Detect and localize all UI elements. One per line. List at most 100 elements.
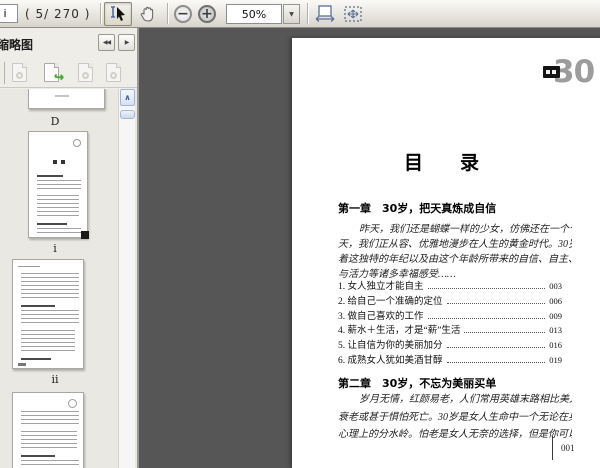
page-label-input[interactable] [0,4,18,23]
toolbar-separator [4,62,5,84]
thumbnail-label: ii [51,373,59,386]
page-action-icon [12,63,27,82]
intro-line: 着这独特的年纪以及由这个年龄所带来的自信、自主、积极进取、快乐 [338,254,572,265]
thumbnail-toolbar: ↪ [0,58,137,88]
thumbnail-page-current[interactable] [28,131,89,239]
thumbnail-content [37,228,81,236]
zoom-in-button[interactable]: + [198,5,216,23]
chevron-down-icon: ▼ [289,10,294,18]
toc-item-text: 4. 薪水＋生活，才是“薪”生活 [338,326,461,336]
dot-leader [427,318,546,319]
toc-item: 2. 给自己一个准确的定位 006 [338,293,562,307]
intro-line: 昨天，我们还是蝴蝶一样的少女，仿佛还在一个个五彩的梦中。今 [359,224,572,235]
green-arrow-icon: ↪ [53,70,64,84]
selected-thumbnail-marker [81,231,89,239]
page-folio: 001 [552,436,575,460]
page-indicator: ( 5/ 270 ) [25,7,91,21]
thumbnail-action-button-3[interactable] [106,63,121,82]
toc-item-page: 006 [549,296,562,306]
scrollbar-thumb[interactable] [120,110,135,119]
thumbnails-panel: 缩略图 ◀◀ ▶ ↪ D i ii ∧ [0,28,139,468]
next-panel-button[interactable]: ▶ [118,34,135,51]
dot-leader [446,303,546,304]
toc-item-text: 3. 做自己喜欢的工作 [338,312,424,322]
zoom-level-value: 50% [241,7,267,21]
thumbnail-page-after[interactable] [12,392,84,468]
thumbnail-scrollbar[interactable]: ∧ [118,89,135,468]
minus-icon: − [177,6,189,22]
collapse-panel-button[interactable]: ◀◀ [98,34,115,51]
thumbnails-panel-header: 缩略图 ◀◀ ▶ [0,28,137,58]
dot-leader [446,347,546,348]
mini-logo-icon [73,139,81,147]
toc-item-page: 016 [549,340,562,350]
toc-item: 1. 女人独立才能自主 003 [338,278,562,292]
chevron-right-icon: ▶ [124,39,130,46]
thumbnail-action-button-2[interactable] [78,63,93,82]
document-view: 30 目 录 第一章 30岁，把天真炼成自信 昨天，我们还是蝴蝶一样的少女，仿佛… [141,29,600,468]
chevron-double-left-icon: ◀◀ [102,39,111,46]
text-select-cursor-icon [109,6,127,22]
chevron-up-icon: ∧ [124,93,131,102]
thumbnail-content [21,273,79,301]
plus-icon: + [201,6,213,22]
toc-item: 3. 做自己喜欢的工作 009 [338,308,562,322]
intro-line: 岁月无情，红颜易老，人们常用英雄末路相比美人迟暮。女人惧怕 [359,394,572,405]
chapter1-intro: 昨天，我们还是蝴蝶一样的少女，仿佛还在一个个五彩的梦中。今 天，我们正从容、优雅… [338,222,572,282]
thumbnail-label: i [53,242,57,255]
hand-icon [139,6,157,23]
chapter-logo: 30 [543,54,600,94]
toc-item-page: 013 [549,325,562,335]
toc-item-text: 5. 让自信为你的美丽加分 [338,341,443,351]
toc-item-page: 003 [549,281,562,291]
fit-page-icon [343,5,363,23]
thumbnail-content [21,330,75,354]
chapter2-intro: 岁月无情，红颜易老，人们常用英雄末路相比美人迟暮。女人惧怕 衰老或甚于惧怕死亡。… [338,391,572,444]
thumbnail-content [21,431,77,451]
thumbnail-content [21,460,79,468]
dot-leader [446,362,546,363]
dot-leader [464,332,546,333]
toc-item: 6. 成熟女人犹如美酒甘醇 019 [338,352,562,366]
thumbnail-content [21,310,79,326]
fit-page-button[interactable] [340,2,366,26]
thumbnail-label: D [50,115,60,128]
thumbnail-action-button-1[interactable] [12,63,27,82]
page-title: 目 录 [403,152,488,174]
hand-tool-button[interactable] [134,2,162,26]
intro-line: 天，我们正从容、优雅地漫步在人生的黄金时代。30岁，我们正体验 [338,239,572,250]
toc-item: 4. 薪水＋生活，才是“薪”生活 013 [338,322,562,336]
intro-line: 衰老或甚于惧怕死亡。30岁是女人生命中一个无论在身体上，还是在 [338,411,572,423]
main-toolbar: ( 5/ 270 ) − + 50% ▼ [0,0,600,28]
toc-item-text: 2. 给自己一个准确的定位 [338,297,443,307]
thumbnail-list: D i ii ∧ [0,89,137,468]
toc-item-text: 6. 成熟女人犹如美酒甘醇 [338,356,443,366]
chapter1-heading: 第一章 30岁，把天真炼成自信 [338,202,497,215]
page-action-icon [106,63,121,82]
thumbnails-panel-title: 缩略图 [0,38,34,52]
thumbnail-page-next[interactable] [12,259,84,369]
pdf-page: 30 目 录 第一章 30岁，把天真炼成自信 昨天，我们还是蝴蝶一样的少女，仿佛… [292,38,600,468]
fit-width-button[interactable] [312,2,338,26]
zoom-out-button[interactable]: − [174,5,192,23]
logo-badge [543,66,560,78]
refresh-thumbnails-button[interactable]: ↪ [44,63,64,84]
zoom-dropdown-button[interactable]: ▼ [283,4,300,24]
dot-leader [427,288,546,289]
toc-item: 5. 让自信为你的美丽加分 016 [338,337,562,351]
thumbnail-page-prev[interactable] [28,89,105,109]
select-text-tool-button[interactable] [104,2,132,26]
toolbar-separator [167,3,168,24]
scroll-up-button[interactable]: ∧ [120,89,135,106]
intro-line: 心理上的分水岭。怕老是女人无奈的选择，但是你可以选择积极对抗衰 [338,429,572,440]
mini-logo-icon [68,399,77,408]
thumbnail-content [21,411,79,427]
thumbnail-content [37,180,81,192]
fit-width-icon [315,5,335,23]
page-refresh-icon: ↪ [44,63,64,84]
chapter2-heading: 第二章 30岁，不忘为美丽买单 [338,377,497,390]
zoom-level-field[interactable]: 50% [226,4,282,24]
thumbnail-content [37,195,79,219]
toolbar-separator [307,3,308,24]
pdf-reader-window: ( 5/ 270 ) − + 50% ▼ [0,0,600,468]
